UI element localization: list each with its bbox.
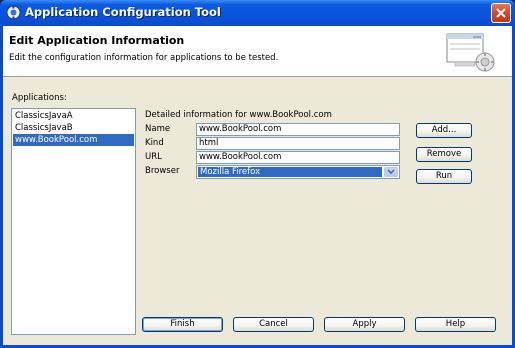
help-button[interactable]: Help [415, 317, 496, 332]
title-bar[interactable]: Application Configuration Tool [0, 0, 515, 26]
application-configuration-window: Application Configuration Tool Edit Appl… [0, 0, 515, 348]
run-button[interactable]: Run [416, 169, 472, 184]
remove-button[interactable]: Remove [416, 147, 472, 162]
url-label: URL [145, 152, 162, 162]
kind-field[interactable]: html [196, 137, 400, 150]
browser-select[interactable]: Mozilla Firefox [196, 165, 400, 179]
cancel-button[interactable]: Cancel [233, 317, 314, 332]
list-item-selected[interactable]: www.BookPool.com [13, 134, 134, 146]
name-field[interactable]: www.BookPool.com [196, 123, 400, 136]
browser-selected-value: Mozilla Firefox [198, 167, 382, 177]
applications-label: Applications: [12, 93, 67, 103]
app-icon [6, 5, 21, 20]
dropdown-button[interactable] [384, 167, 398, 177]
dialog-client-area: Edit Application Information Edit the co… [3, 26, 512, 345]
url-field[interactable]: www.BookPool.com [196, 151, 400, 164]
close-icon [496, 8, 506, 18]
list-item[interactable]: ClassicsJavaB [13, 122, 134, 134]
dropdown-arrow-icon [387, 169, 395, 175]
close-button[interactable] [491, 3, 511, 23]
header-description: Edit the configuration information for a… [9, 53, 279, 63]
list-item[interactable]: ClassicsJavaA [13, 110, 134, 122]
kind-label: Kind [145, 138, 164, 148]
wizard-graphic-icon [443, 32, 497, 74]
name-label: Name [145, 124, 171, 134]
window-title: Application Configuration Tool [25, 5, 221, 19]
apply-button[interactable]: Apply [324, 317, 405, 332]
applications-list[interactable]: ClassicsJavaA ClassicsJavaB www.BookPool… [11, 108, 136, 335]
details-heading: Detailed information for www.BookPool.co… [145, 110, 332, 120]
dialog-header: Edit Application Information Edit the co… [3, 26, 512, 77]
header-title: Edit Application Information [9, 34, 185, 47]
browser-label: Browser [145, 166, 180, 176]
add-button[interactable]: Add... [416, 123, 472, 138]
finish-button[interactable]: Finish [142, 317, 223, 332]
